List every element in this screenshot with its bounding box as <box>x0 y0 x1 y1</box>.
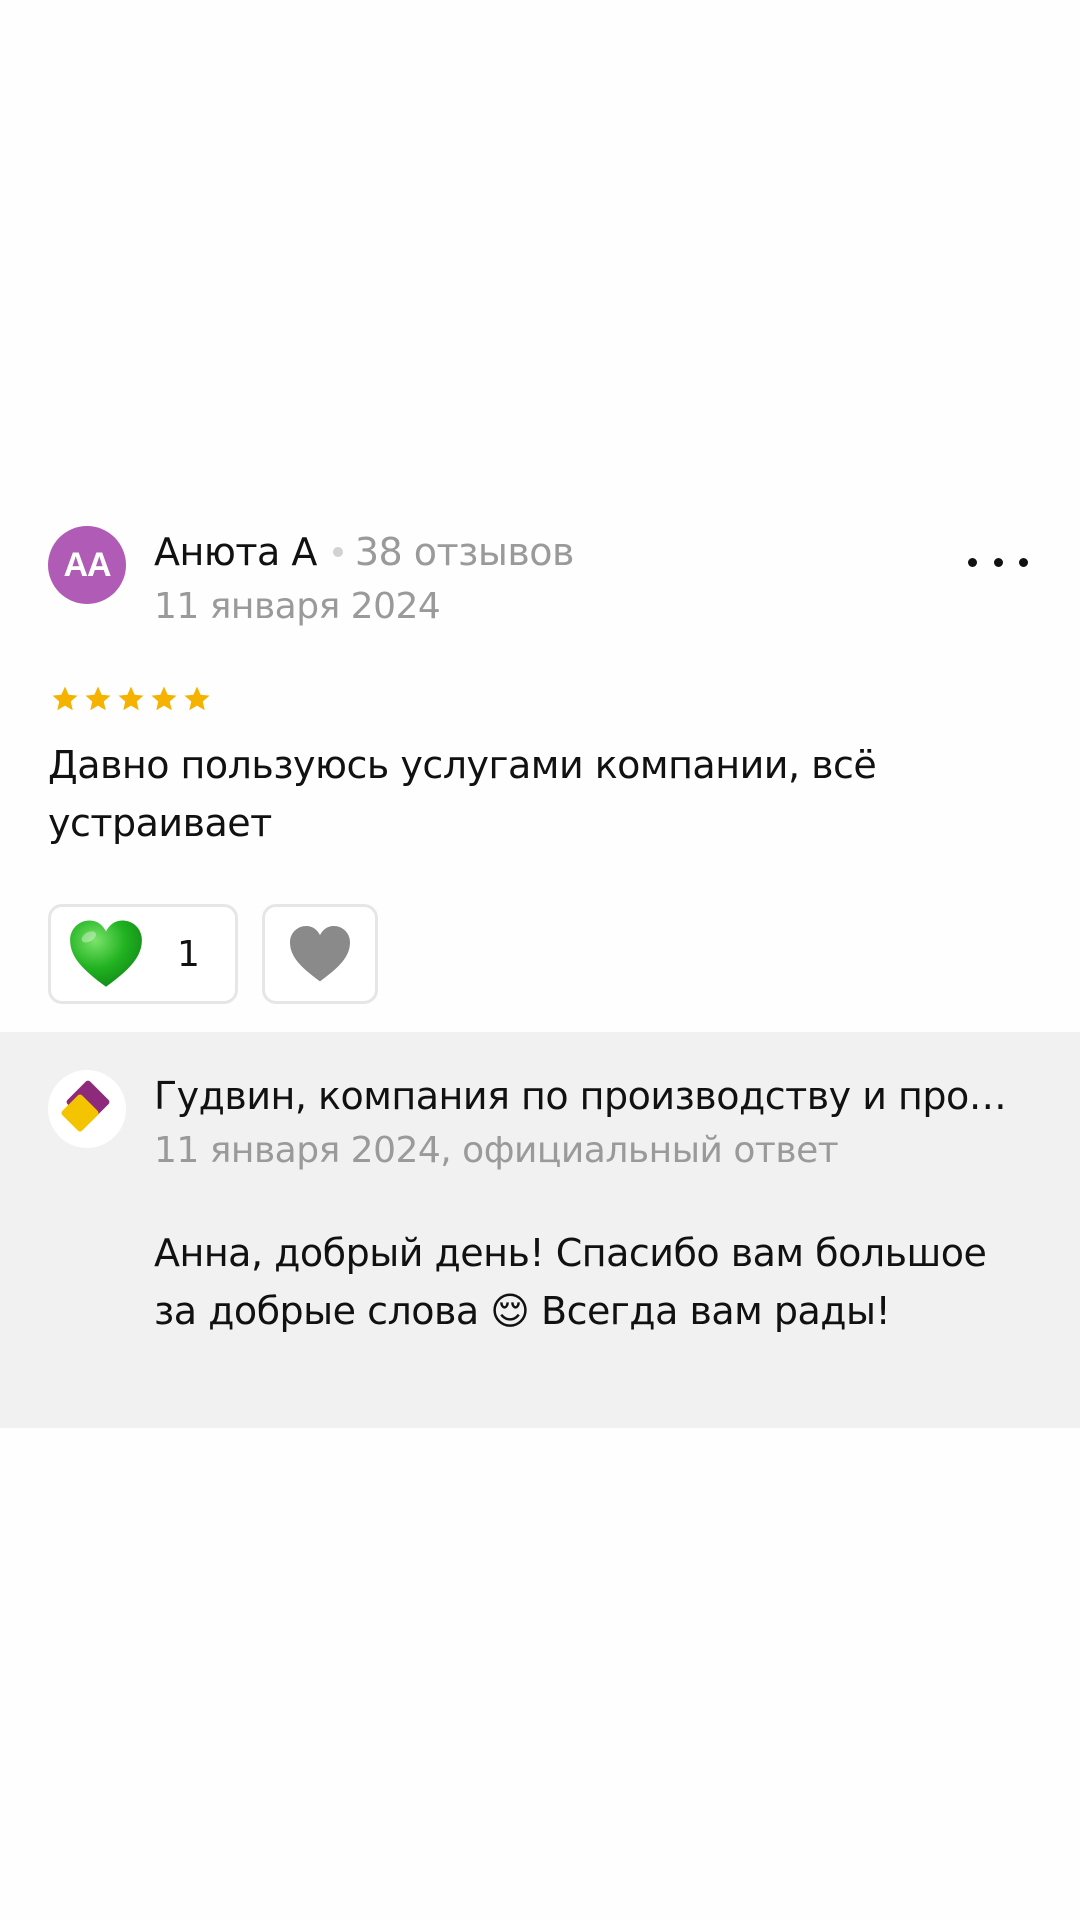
author-review-count: 38 отзывов <box>354 530 575 574</box>
star-icon <box>118 686 144 711</box>
star-icon <box>184 686 210 711</box>
author-line: Анюта А 38 отзывов <box>154 530 574 574</box>
reply-text: Анна, добрый день! Спасибо вам большое з… <box>154 1231 987 1333</box>
more-options-icon[interactable] <box>968 550 1028 574</box>
like-button[interactable]: 1 <box>48 904 238 1004</box>
company-logo-icon[interactable] <box>48 1070 126 1148</box>
company-name[interactable]: Гудвин, компания по производству и прода… <box>154 1074 1008 1118</box>
separator-dot <box>332 547 343 557</box>
author-name[interactable]: Анюта А <box>154 530 317 574</box>
green-heart-icon <box>70 920 142 987</box>
star-icon <box>85 686 111 711</box>
review-text: Давно пользуюсь услугами компании, всё у… <box>48 743 877 845</box>
star-rating <box>50 684 212 714</box>
dislike-button[interactable] <box>262 904 378 1004</box>
review-date: 11 января 2024 <box>154 586 441 627</box>
official-reply: Гудвин, компания по производству и прода… <box>0 1032 1080 1428</box>
star-icon <box>151 686 177 711</box>
avatar[interactable]: АА <box>48 526 126 604</box>
reply-meta: 11 января 2024, официальный ответ <box>154 1130 839 1171</box>
company-logo-graphic <box>61 1080 110 1132</box>
gray-heart-icon <box>290 925 350 982</box>
like-count: 1 <box>177 933 200 975</box>
star-icon <box>52 686 78 711</box>
